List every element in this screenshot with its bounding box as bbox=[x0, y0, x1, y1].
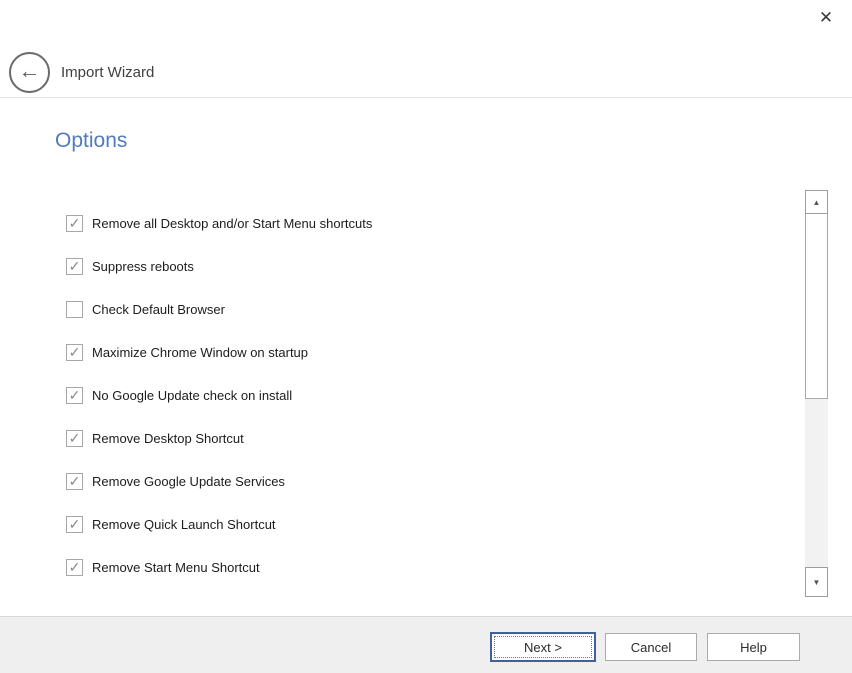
back-button[interactable]: ← bbox=[9, 52, 50, 93]
scroll-down-icon: ▼ bbox=[813, 578, 821, 587]
checkmark-icon: ✓ bbox=[69, 216, 81, 230]
checkbox-check-default-browser[interactable]: ✓ bbox=[66, 301, 83, 318]
option-row: ✓ No Google Update check on install bbox=[66, 374, 626, 417]
option-row: ✓ Remove all Desktop and/or Start Menu s… bbox=[66, 202, 626, 245]
option-row: ✓ Remove Google Update Services bbox=[66, 460, 626, 503]
option-row: ✓ Remove Quick Launch Shortcut bbox=[66, 503, 626, 546]
page-title: Import Wizard bbox=[61, 64, 154, 81]
import-wizard-dialog: ✕ ← Import Wizard Options ✓ Remove all D… bbox=[0, 0, 852, 673]
option-label[interactable]: Remove all Desktop and/or Start Menu sho… bbox=[92, 216, 372, 231]
option-label[interactable]: Check Default Browser bbox=[92, 302, 225, 317]
scrollbar-track[interactable] bbox=[805, 399, 828, 567]
option-row: ✓ Maximize Chrome Window on startup bbox=[66, 331, 626, 374]
footer-bar: Next > Cancel Help bbox=[0, 616, 852, 673]
back-arrow-icon: ← bbox=[19, 60, 41, 82]
checkbox-remove-desktop-shortcut[interactable]: ✓ bbox=[66, 430, 83, 447]
checkbox-remove-start-menu[interactable]: ✓ bbox=[66, 559, 83, 576]
option-row: ✓ Check Default Browser bbox=[66, 288, 626, 331]
options-list: ✓ Remove all Desktop and/or Start Menu s… bbox=[66, 202, 626, 589]
checkbox-no-update-check[interactable]: ✓ bbox=[66, 387, 83, 404]
scroll-up-button[interactable]: ▲ bbox=[805, 190, 828, 214]
option-row: ✓ Remove Desktop Shortcut bbox=[66, 417, 626, 460]
checkmark-icon: ✓ bbox=[69, 560, 81, 574]
checkmark-icon: ✓ bbox=[69, 474, 81, 488]
close-icon: ✕ bbox=[819, 8, 833, 28]
option-row: ✓ Remove Start Menu Shortcut bbox=[66, 546, 626, 589]
option-label[interactable]: Maximize Chrome Window on startup bbox=[92, 345, 308, 360]
checkmark-icon: ✓ bbox=[69, 517, 81, 531]
help-button[interactable]: Help bbox=[707, 633, 800, 661]
checkbox-maximize-chrome[interactable]: ✓ bbox=[66, 344, 83, 361]
option-row: ✓ Suppress reboots bbox=[66, 245, 626, 288]
option-label[interactable]: Remove Start Menu Shortcut bbox=[92, 560, 260, 575]
scroll-down-button[interactable]: ▼ bbox=[805, 567, 828, 597]
checkbox-suppress-reboots[interactable]: ✓ bbox=[66, 258, 83, 275]
option-label[interactable]: Suppress reboots bbox=[92, 259, 194, 274]
scroll-up-icon: ▲ bbox=[813, 198, 821, 207]
checkmark-icon: ✓ bbox=[69, 345, 81, 359]
wizard-header: ← Import Wizard bbox=[9, 50, 852, 94]
checkbox-remove-quick-launch[interactable]: ✓ bbox=[66, 516, 83, 533]
option-label[interactable]: No Google Update check on install bbox=[92, 388, 292, 403]
next-button[interactable]: Next > bbox=[490, 632, 596, 662]
options-heading: Options bbox=[55, 129, 127, 153]
checkmark-icon: ✓ bbox=[69, 388, 81, 402]
cancel-button[interactable]: Cancel bbox=[605, 633, 697, 661]
option-label[interactable]: Remove Google Update Services bbox=[92, 474, 285, 489]
vertical-scrollbar: ▲ ▼ bbox=[805, 190, 828, 597]
option-label[interactable]: Remove Desktop Shortcut bbox=[92, 431, 244, 446]
header-divider bbox=[0, 97, 852, 98]
checkmark-icon: ✓ bbox=[69, 431, 81, 445]
close-button[interactable]: ✕ bbox=[814, 6, 838, 30]
checkbox-remove-shortcuts[interactable]: ✓ bbox=[66, 215, 83, 232]
checkbox-remove-update-services[interactable]: ✓ bbox=[66, 473, 83, 490]
option-label[interactable]: Remove Quick Launch Shortcut bbox=[92, 517, 276, 532]
checkmark-icon: ✓ bbox=[69, 259, 81, 273]
scrollbar-thumb[interactable] bbox=[805, 214, 828, 399]
